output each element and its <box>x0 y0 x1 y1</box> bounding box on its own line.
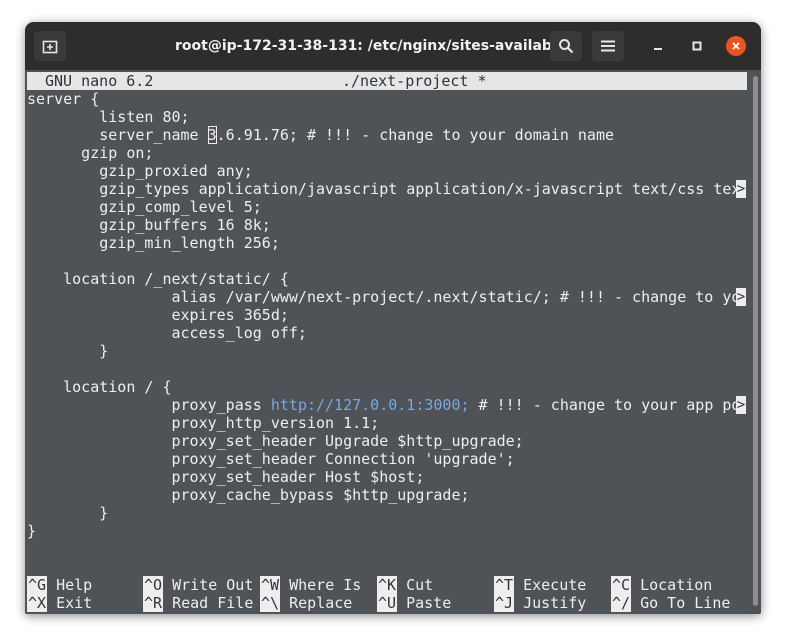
shortcut-key: ^U <box>377 594 398 612</box>
shortcut-read-file[interactable]: ^R Read File <box>143 594 253 612</box>
nano-version: GNU nano 6.2 <box>45 72 154 90</box>
line-text: # !!! - change to your app po <box>469 396 741 414</box>
shortcut-key: ^G <box>27 576 48 594</box>
window-title: root@ip-172-31-38-131: /etc/nginx/sites-… <box>175 38 567 54</box>
shortcut-key: ^R <box>143 594 164 612</box>
shortcut-label: Paste <box>406 594 452 612</box>
editor-line-5: gzip_proxied any; <box>27 162 253 180</box>
editor-line-9: gzip_min_length 256; <box>27 234 280 252</box>
shortcut-paste[interactable]: ^U Paste <box>377 594 451 612</box>
shortcut-label: Replace <box>289 594 353 612</box>
maximize-button[interactable] <box>687 36 707 56</box>
nano-filename: ./next-project * <box>342 72 487 90</box>
shortcut-justify[interactable]: ^J Justify <box>494 594 586 612</box>
text-cursor: 3 <box>207 126 217 144</box>
shortcut-go-to-line[interactable]: ^/ Go To Line <box>611 594 730 612</box>
scrollbar[interactable] <box>749 70 761 614</box>
minimize-button[interactable] <box>648 36 668 56</box>
line-text: .6.91.76; # !!! - change to your domain … <box>216 126 615 144</box>
shortcut-key: ^/ <box>611 594 632 612</box>
editor-line-22: proxy_set_header Host $host; <box>27 468 425 486</box>
editor-line-19: proxy_http_version 1.1; <box>27 414 380 432</box>
scrollbar-thumb[interactable] <box>753 76 758 606</box>
editor-line-4: gzip on; <box>27 144 154 162</box>
new-tab-button[interactable] <box>34 31 66 61</box>
editor-line-3: server_name 3.6.91.76; # !!! - change to… <box>27 126 614 144</box>
shortcut-label: Execute <box>523 576 587 594</box>
editor-line-14: access_log off; <box>27 324 307 342</box>
editor-line-11: location /_next/static/ { <box>27 270 289 288</box>
shortcut-label: Cut <box>406 576 434 594</box>
shortcut-key: ^X <box>27 594 48 612</box>
shortcut-key: ^W <box>260 576 281 594</box>
editor-line-18: proxy_pass http://127.0.0.1:3000; # !!! … <box>27 396 740 414</box>
editor-line-21: proxy_set_header Connection 'upgrade'; <box>27 450 515 468</box>
shortcut-label: Justify <box>523 594 587 612</box>
shortcut-label: Write Out <box>172 576 254 594</box>
menu-button[interactable] <box>592 31 624 61</box>
editor-line-17: location / { <box>27 378 172 396</box>
shortcut-cut[interactable]: ^K Cut <box>377 576 433 594</box>
shortcut-where-is[interactable]: ^W Where Is <box>260 576 361 594</box>
editor-line-15: } <box>27 342 109 360</box>
editor-line-13: expires 365d; <box>27 306 289 324</box>
shortcut-label: Help <box>56 576 93 594</box>
shortcut-location[interactable]: ^C Location <box>611 576 712 594</box>
hamburger-menu-icon <box>601 40 615 52</box>
shortcut-key: ^J <box>494 594 515 612</box>
shortcut-replace[interactable]: ^\ Replace <box>260 594 352 612</box>
editor-line-20: proxy_set_header Upgrade $http_upgrade; <box>27 432 524 450</box>
shortcut-key: ^C <box>611 576 632 594</box>
shortcut-key: ^\ <box>260 594 281 612</box>
editor-line-1: server { <box>27 90 100 108</box>
nano-header-bar: GNU nano 6.2 ./next-project * <box>27 72 747 90</box>
editor-line-6: gzip_types application/javascript applic… <box>27 180 741 198</box>
editor-line-12: alias /var/www/next-project/.next/static… <box>27 288 741 306</box>
shortcut-label: Exit <box>56 594 93 612</box>
editor-line-23: proxy_cache_bypass $http_upgrade; <box>27 486 470 504</box>
shortcut-key: ^T <box>494 576 515 594</box>
terminal-window: root@ip-172-31-38-131: /etc/nginx/sites-… <box>25 22 761 614</box>
truncation-marker: > <box>736 180 746 198</box>
shortcut-label: Read File <box>172 594 254 612</box>
editor-line-2: listen 80; <box>27 108 190 126</box>
editor-line-8: gzip_buffers 16 8k; <box>27 216 271 234</box>
search-button[interactable] <box>550 31 582 61</box>
close-button[interactable] <box>726 36 746 56</box>
truncation-marker: > <box>736 288 746 306</box>
line-text: server_name <box>27 126 208 144</box>
proxy-url: http://127.0.0.1:3000; <box>270 396 470 414</box>
shortcut-key: ^O <box>143 576 164 594</box>
shortcut-key: ^K <box>377 576 398 594</box>
editor-line-24: } <box>27 504 109 522</box>
shortcut-write-out[interactable]: ^O Write Out <box>143 576 253 594</box>
editor-line-25: } <box>27 522 37 540</box>
truncation-marker: > <box>736 396 746 414</box>
shortcut-exit[interactable]: ^X Exit <box>27 594 92 612</box>
minimize-icon <box>654 48 662 50</box>
search-icon <box>559 39 574 54</box>
new-tab-icon <box>42 40 58 54</box>
shortcut-label: Go To Line <box>640 594 731 612</box>
terminal-area[interactable]: GNU nano 6.2 ./next-project * server { l… <box>25 70 749 614</box>
close-icon <box>732 42 740 50</box>
editor-line-7: gzip_comp_level 5; <box>27 198 262 216</box>
shortcut-label: Location <box>640 576 713 594</box>
shortcut-execute[interactable]: ^T Execute <box>494 576 586 594</box>
maximize-icon <box>692 41 702 51</box>
shortcut-label: Where Is <box>289 576 362 594</box>
title-bar: root@ip-172-31-38-131: /etc/nginx/sites-… <box>25 22 761 70</box>
line-text: proxy_pass <box>27 396 271 414</box>
shortcut-help[interactable]: ^G Help <box>27 576 92 594</box>
